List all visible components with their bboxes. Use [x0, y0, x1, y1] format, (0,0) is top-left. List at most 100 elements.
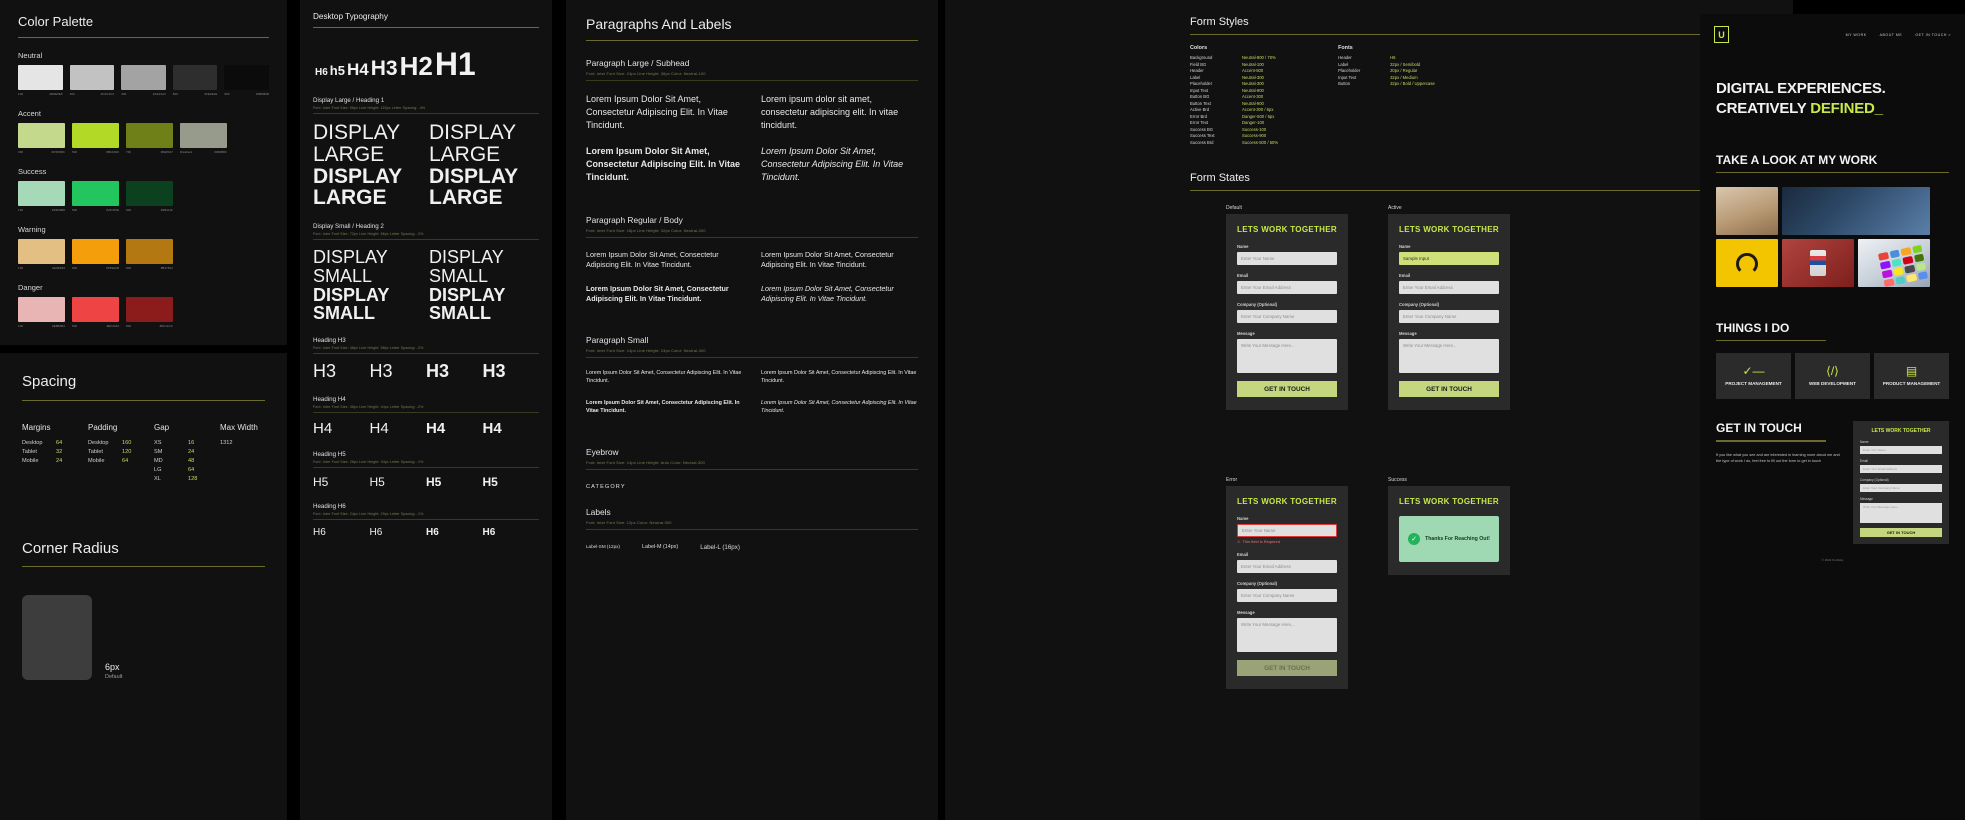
spacing-value: 128: [188, 476, 198, 482]
contact-form-error[interactable]: LETS WORK TOGETHER Name Enter Your Name …: [1226, 486, 1348, 689]
message-textarea[interactable]: Write Your Message Here...: [1399, 339, 1499, 373]
swatch-chip: [172, 65, 218, 90]
email-input[interactable]: Enter Your Email Address: [1237, 560, 1337, 573]
column-head: Padding: [88, 423, 118, 432]
color-swatch[interactable]: 300 #C5D98C: [18, 123, 65, 154]
contact-form-active[interactable]: LETS WORK TOGETHER Name Sample Input Ema…: [1388, 214, 1510, 410]
specimen-sample: DISPLAY SMALL: [429, 247, 504, 287]
block-meta: Font: Inter Font Size: 18px Line Height:…: [586, 227, 706, 233]
spacing-value: 64: [56, 440, 63, 446]
email-input[interactable]: Enter Your Email Address: [1237, 281, 1337, 294]
swatch-step: 900: [224, 92, 230, 96]
message-textarea[interactable]: Write Your Message Here...: [1237, 618, 1337, 652]
color-swatch[interactable]: 500 #F59E0B: [72, 239, 119, 270]
swatch-step: 100: [18, 266, 24, 270]
forms-gutter: [945, 0, 1175, 820]
get-in-touch-button[interactable]: GET IN TOUCH: [1237, 660, 1337, 676]
name-input[interactable]: Enter Your Name: [1237, 524, 1337, 537]
swatch-row: 100 #E5E5E5 200 #C2C2C2 300 #A3A3A3 800 #2E2E2E…: [18, 65, 269, 96]
color-swatch[interactable]: 100 #E5E5E5: [18, 65, 63, 96]
swatch-hex: #B47812: [160, 266, 173, 270]
name-input[interactable]: Enter Your Name: [1237, 252, 1337, 265]
spacing-row: Desktop 64: [22, 440, 74, 446]
work-tile-phone-icons[interactable]: [1858, 238, 1930, 287]
color-swatch[interactable]: Disabled #969B8C: [180, 123, 227, 154]
color-swatch[interactable]: 700 #6E8017: [126, 123, 173, 154]
specimen-sample: H5: [313, 475, 329, 490]
company-input[interactable]: Enter Your Company Name: [1237, 589, 1337, 602]
color-swatch[interactable]: 800 #2E2E2E: [172, 65, 218, 96]
swatch-caption: 300 #A3A3A3: [121, 92, 166, 96]
hero-line-2b: DEFINED_: [1810, 99, 1883, 117]
eyebrow-sample: CATEGORY: [586, 483, 626, 490]
work-tile-dashboard[interactable]: [1782, 186, 1930, 235]
service-card[interactable]: ⟨/⟩ WEB DEVELOPMENT: [1795, 353, 1870, 400]
nav-link[interactable]: GET IN TOUCH >: [1915, 33, 1951, 37]
spacing-value: 64: [122, 458, 129, 464]
work-tile-mobile-app[interactable]: [1716, 186, 1778, 235]
mini-email-input[interactable]: Enter Your Email Address: [1860, 465, 1942, 474]
mini-company-input[interactable]: Enter Your Company Name: [1860, 484, 1942, 493]
block-meta: Font: Inter Font Size: 28px Line Height:…: [313, 460, 424, 465]
contact-form-default[interactable]: LETS WORK TOGETHER Name Enter Your Name …: [1226, 214, 1348, 410]
get-in-touch-button[interactable]: GET IN TOUCH: [1237, 381, 1337, 397]
color-swatch[interactable]: 300 #A3A3A3: [121, 65, 166, 96]
label-sample: Label-SM (12px): [586, 543, 620, 549]
service-card[interactable]: ▤ PRODUCT MANAGEMENT: [1874, 353, 1949, 400]
company-input[interactable]: Enter Your Company Name: [1399, 310, 1499, 323]
specimen-samples: H4 H4 H4 H4: [313, 420, 539, 437]
work-tile-headphones[interactable]: [1716, 238, 1778, 287]
hero-heading: DIGITAL EXPERIENCES. CREATIVELY DEFINED_: [1716, 79, 1949, 119]
services-grid: ✓— PROJECT MANAGEMENT ⟨/⟩ WEB DEVELOPMENT ▤ P…: [1700, 341, 1965, 400]
soda-can-icon: [1810, 249, 1826, 276]
swatch-caption: 900 #B47812: [126, 266, 173, 270]
mini-name-input[interactable]: Enter Your Name: [1860, 446, 1942, 455]
divider: [313, 239, 539, 241]
get-in-touch-button[interactable]: GET IN TOUCH: [1399, 381, 1499, 397]
color-swatch[interactable]: 900 #0B411F: [126, 181, 173, 212]
color-swatch[interactable]: 100 #A5D9B8: [18, 181, 65, 212]
color-swatch[interactable]: 200 #C2C2C2: [69, 65, 115, 96]
swatch-row: 300 #C5D98C 500 #B1D926 700 #6E8017 Disabled #9…: [18, 123, 269, 154]
swatch-step: 500: [72, 324, 78, 328]
service-card[interactable]: ✓— PROJECT MANAGEMENT: [1716, 353, 1791, 400]
color-swatch[interactable]: 500 #B1D926: [72, 123, 119, 154]
color-swatch[interactable]: 100 #E8B4B4: [18, 297, 65, 328]
specimen-regular: Lorem Ipsum Dolor Sit Amet, Consectetur …: [586, 249, 719, 269]
swatch-caption: 500 #B1D926: [72, 150, 119, 154]
email-field-group: Email Enter Your Email Address: [1399, 273, 1499, 294]
color-swatch[interactable]: 100 #E3BF83: [18, 239, 65, 270]
spacing-value: 24: [188, 449, 195, 455]
table-body: Header H6 Label 32px / Semibold Placeholder 2…: [1338, 55, 1435, 88]
mini-message-textarea[interactable]: Write Your Message Here...: [1860, 503, 1942, 524]
name-input[interactable]: Sample Input: [1399, 252, 1499, 265]
work-tile-beverage[interactable]: [1782, 238, 1854, 287]
email-input[interactable]: Enter Your Email Address: [1399, 281, 1499, 294]
mini-get-in-touch-button[interactable]: GET IN TOUCH: [1860, 528, 1942, 538]
spacing-row: XS 16: [154, 440, 206, 446]
specimen-sample: H6: [369, 527, 383, 539]
color-swatch[interactable]: 900 #0B0B0B: [224, 65, 269, 96]
specimen-columns: Lorem Ipsum Dolor Sit Amet, Consectetur …: [586, 370, 918, 429]
specimen-sample: DISPLAY LARGE: [429, 164, 518, 210]
design-system-board: Color Palette Neutral 100 #E5E5E5 200 #C2C2C…: [0, 0, 1965, 820]
mini-contact-form[interactable]: LETS WORK TOGETHER Name Enter Your Name …: [1853, 421, 1949, 545]
specimen-italic: Lorem Ipsum Dolor Sit Amet, Consectetur …: [761, 146, 904, 182]
color-swatch[interactable]: 500 #23C55E: [72, 181, 119, 212]
block-meta: Font: Inter Font Size: 48px Line Height:…: [313, 346, 424, 351]
type-specimen-block: Display Small / Heading 2 Font: Inter Fon…: [313, 223, 539, 323]
style-value: 32px / Bold / Uppercase: [1390, 81, 1435, 86]
email-field-group: Email Enter Your Email Address: [1237, 273, 1337, 294]
specimen-samples: H5 H5 H5 H5: [313, 475, 539, 489]
message-textarea[interactable]: Write Your Message Here...: [1237, 339, 1337, 373]
nav-link[interactable]: ABOUT ME: [1880, 33, 1903, 37]
contact-copy: GET IN TOUCH If you like what you see an…: [1716, 421, 1841, 544]
color-swatch[interactable]: 500 #EF4444: [72, 297, 119, 328]
nav-link[interactable]: MY WORK: [1846, 33, 1867, 37]
color-swatch[interactable]: 900 #8C1C1C: [126, 297, 173, 328]
logo-icon[interactable]: U: [1714, 26, 1729, 43]
company-input[interactable]: Enter Your Company Name: [1237, 310, 1337, 323]
color-swatch[interactable]: 900 #B47812: [126, 239, 173, 270]
form-state-success: Success LETS WORK TOGETHER ✓ Thanks For …: [1388, 477, 1510, 575]
specimen-sample: DISPLAY SMALL: [313, 247, 388, 287]
